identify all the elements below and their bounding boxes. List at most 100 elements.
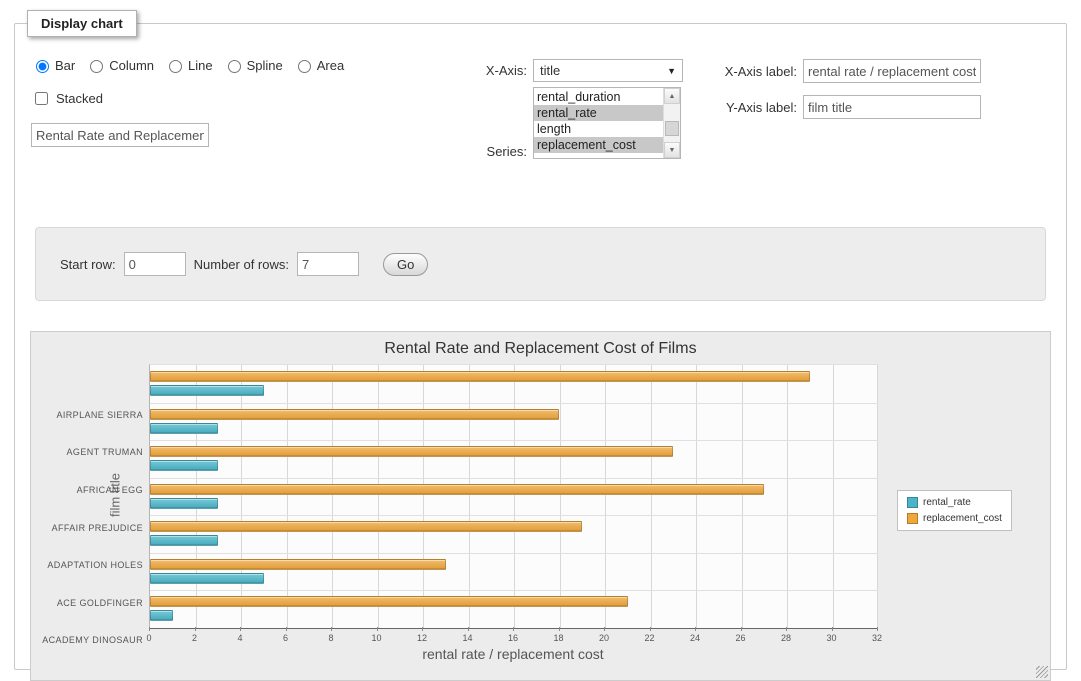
- resize-handle-icon[interactable]: [1036, 666, 1048, 678]
- bar-replacement_cost: [150, 596, 628, 607]
- legend-item[interactable]: replacement_cost: [907, 513, 1002, 524]
- tick-mark: [377, 627, 378, 631]
- chart-type-option-bar[interactable]: Bar: [31, 57, 75, 73]
- gridline: [742, 365, 743, 628]
- chart-type-option-spline[interactable]: Spline: [223, 57, 283, 73]
- category-label: ACE GOLDFINGER: [31, 598, 143, 608]
- tick-mark: [650, 627, 651, 631]
- x-tick-label: 28: [781, 633, 791, 643]
- scrollbar-track[interactable]: [664, 104, 680, 142]
- gridline: [469, 365, 470, 628]
- gridline: [287, 365, 288, 628]
- tick-mark: [513, 627, 514, 631]
- area-radio[interactable]: [298, 60, 311, 73]
- stacked-checkbox[interactable]: [35, 92, 48, 105]
- legend-swatch: [907, 497, 918, 508]
- go-button[interactable]: Go: [383, 253, 428, 276]
- x-axis-field-label: X-Axis:: [467, 63, 527, 78]
- chart-title-input[interactable]: [31, 123, 209, 147]
- gridline: [150, 515, 878, 516]
- series-option[interactable]: length: [534, 121, 663, 137]
- gridline: [332, 365, 333, 628]
- x-axis-select[interactable]: title ▼: [533, 59, 683, 82]
- category-label: ACADEMY DINOSAUR: [31, 635, 143, 645]
- x-tick-label: 0: [146, 633, 151, 643]
- tick-mark: [877, 627, 878, 631]
- chart-legend: rental_rate replacement_cost: [897, 490, 1012, 531]
- chart-type-label: Spline: [247, 58, 283, 73]
- category-label: AGENT TRUMAN: [31, 447, 143, 457]
- gridline: [150, 553, 878, 554]
- tick-mark: [604, 627, 605, 631]
- y-axis-label-input[interactable]: [803, 95, 981, 119]
- row-range-panel: Start row: Number of rows: Go: [35, 227, 1046, 301]
- category-label: AFFAIR PREJUDICE: [31, 523, 143, 533]
- chart-type-option-area[interactable]: Area: [293, 57, 344, 73]
- bar-rental_rate: [150, 535, 218, 546]
- bar-rental_rate: [150, 498, 218, 509]
- y-axis-label-text: Y-Axis label:: [713, 100, 797, 115]
- x-tick-label: 16: [508, 633, 518, 643]
- chart-type-label: Column: [109, 58, 154, 73]
- bar-radio[interactable]: [36, 60, 49, 73]
- start-row-input[interactable]: [124, 252, 186, 276]
- x-tick-label: 12: [417, 633, 427, 643]
- spline-radio[interactable]: [228, 60, 241, 73]
- scrollbar-thumb[interactable]: [665, 121, 679, 136]
- number-of-rows-label: Number of rows:: [194, 257, 289, 272]
- x-tick-label: 18: [553, 633, 563, 643]
- gridline: [651, 365, 652, 628]
- x-axis-title: rental rate / replacement cost: [149, 646, 877, 662]
- chart-type-option-line[interactable]: Line: [164, 57, 213, 73]
- stacked-label: Stacked: [56, 91, 103, 106]
- x-tick-label: 2: [192, 633, 197, 643]
- y-axis-label-field: Y-Axis label:: [713, 95, 981, 119]
- series-list-scrollbar[interactable]: ▲ ▼: [663, 88, 680, 158]
- chart-type-options: Bar Column Line Spline Area: [31, 57, 344, 73]
- x-tick-label: 32: [872, 633, 882, 643]
- bar-replacement_cost: [150, 559, 446, 570]
- tick-mark: [468, 627, 469, 631]
- gridline: [833, 365, 834, 628]
- gridline: [787, 365, 788, 628]
- legend-item[interactable]: rental_rate: [907, 497, 1002, 508]
- series-option[interactable]: rental_duration: [534, 89, 663, 105]
- series-list: rental_durationrental_ratelengthreplacem…: [534, 88, 663, 158]
- category-label: AFRICAN EGG: [31, 485, 143, 495]
- x-axis-label-input[interactable]: [803, 59, 981, 83]
- tick-mark: [195, 627, 196, 631]
- line-radio[interactable]: [169, 60, 182, 73]
- gridline: [150, 403, 878, 404]
- scroll-up-icon[interactable]: ▲: [664, 88, 680, 104]
- dropdown-arrow-icon: ▼: [667, 66, 676, 76]
- x-tick-label: 4: [237, 633, 242, 643]
- legend-label: rental_rate: [923, 497, 971, 508]
- x-tick-label: 20: [599, 633, 609, 643]
- stacked-option[interactable]: Stacked: [31, 89, 103, 108]
- gridline: [196, 365, 197, 628]
- gridline: [696, 365, 697, 628]
- scroll-down-icon[interactable]: ▼: [664, 142, 680, 158]
- x-axis-field: X-Axis: title ▼: [467, 59, 683, 82]
- gridline: [514, 365, 515, 628]
- gridline: [605, 365, 606, 628]
- chart-type-label: Bar: [55, 58, 75, 73]
- tick-mark: [832, 627, 833, 631]
- chart-title: Rental Rate and Replacement Cost of Film…: [31, 340, 1050, 358]
- panel-legend: Display chart: [27, 10, 137, 37]
- chart-type-option-column[interactable]: Column: [85, 57, 154, 73]
- tick-mark: [286, 627, 287, 631]
- chart-controls: Bar Column Line Spline Area Stacked: [15, 43, 1066, 193]
- tick-mark: [422, 627, 423, 631]
- series-option[interactable]: replacement_cost: [534, 137, 663, 153]
- x-tick-label: 30: [826, 633, 836, 643]
- x-axis-selected-value: title: [540, 63, 560, 78]
- number-of-rows-input[interactable]: [297, 252, 359, 276]
- legend-swatch: [907, 513, 918, 524]
- bar-rental_rate: [150, 610, 173, 621]
- bar-replacement_cost: [150, 409, 559, 420]
- chart-type-label: Area: [317, 58, 344, 73]
- series-option[interactable]: rental_rate: [534, 105, 663, 121]
- column-radio[interactable]: [90, 60, 103, 73]
- series-multiselect[interactable]: rental_durationrental_ratelengthreplacem…: [533, 87, 681, 159]
